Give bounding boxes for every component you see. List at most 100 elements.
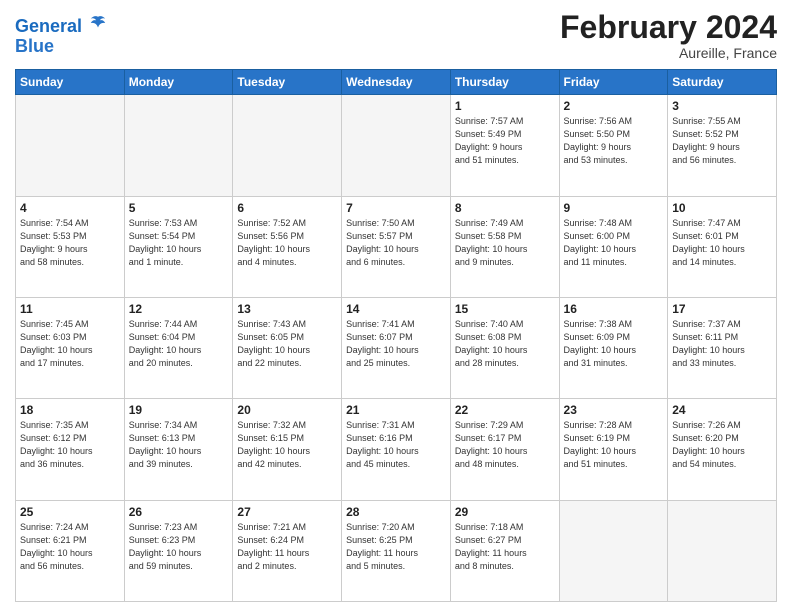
logo-content: General Blue xyxy=(15,14,107,57)
calendar-cell: 1 Sunrise: 7:57 AM Sunset: 5:49 PM Daylig… xyxy=(450,95,559,196)
calendar-cell: 16 Sunrise: 7:38 AM Sunset: 6:09 PM Dayli… xyxy=(559,297,668,398)
col-header-thursday: Thursday xyxy=(450,70,559,95)
day-number: 4 xyxy=(20,201,120,215)
day-number: 21 xyxy=(346,403,446,417)
logo-text: General xyxy=(15,14,107,37)
day-number: 2 xyxy=(564,99,664,113)
calendar-cell: 22 Sunrise: 7:29 AM Sunset: 6:17 PM Dayli… xyxy=(450,399,559,500)
day-number: 27 xyxy=(237,505,337,519)
calendar-cell xyxy=(342,95,451,196)
calendar-cell: 21Sunrise: 7:31 AM Sunset: 6:16 PM Dayli… xyxy=(342,399,451,500)
day-info: Sunrise: 7:54 AM Sunset: 5:53 PM Dayligh… xyxy=(20,217,120,269)
calendar-cell: 10 Sunrise: 7:47 AM Sunset: 6:01 PM Dayli… xyxy=(668,196,777,297)
calendar-cell: 20 Sunrise: 7:32 AM Sunset: 6:15 PM Dayli… xyxy=(233,399,342,500)
week-row-2: 4 Sunrise: 7:54 AM Sunset: 5:53 PM Daylig… xyxy=(16,196,777,297)
day-info: Sunrise: 7:24 AM Sunset: 6:21 PM Dayligh… xyxy=(20,521,120,573)
calendar-cell: 5Sunrise: 7:53 AM Sunset: 5:54 PM Daylig… xyxy=(124,196,233,297)
calendar-cell: 13 Sunrise: 7:43 AM Sunset: 6:05 PM Dayli… xyxy=(233,297,342,398)
day-info: Sunrise: 7:37 AM Sunset: 6:11 PM Dayligh… xyxy=(672,318,772,370)
day-number: 10 xyxy=(672,201,772,215)
calendar-cell: 14 Sunrise: 7:41 AM Sunset: 6:07 PM Dayli… xyxy=(342,297,451,398)
day-number: 25 xyxy=(20,505,120,519)
page-title: February 2024 xyxy=(560,10,777,45)
day-info: Sunrise: 7:18 AM Sunset: 6:27 PM Dayligh… xyxy=(455,521,555,573)
day-info: Sunrise: 7:48 AM Sunset: 6:00 PM Dayligh… xyxy=(564,217,664,269)
day-number: 29 xyxy=(455,505,555,519)
day-info: Sunrise: 7:32 AM Sunset: 6:15 PM Dayligh… xyxy=(237,419,337,471)
calendar-cell: 8Sunrise: 7:49 AM Sunset: 5:58 PM Daylig… xyxy=(450,196,559,297)
day-info: Sunrise: 7:35 AM Sunset: 6:12 PM Dayligh… xyxy=(20,419,120,471)
calendar-cell xyxy=(668,500,777,601)
calendar-cell: 27 Sunrise: 7:21 AM Sunset: 6:24 PM Dayli… xyxy=(233,500,342,601)
day-info: Sunrise: 7:41 AM Sunset: 6:07 PM Dayligh… xyxy=(346,318,446,370)
day-number: 3 xyxy=(672,99,772,113)
day-number: 16 xyxy=(564,302,664,316)
logo-bird-icon xyxy=(89,14,107,32)
day-info: Sunrise: 7:50 AM Sunset: 5:57 PM Dayligh… xyxy=(346,217,446,269)
day-info: Sunrise: 7:29 AM Sunset: 6:17 PM Dayligh… xyxy=(455,419,555,471)
calendar-cell: 7 Sunrise: 7:50 AM Sunset: 5:57 PM Daylig… xyxy=(342,196,451,297)
week-row-3: 11Sunrise: 7:45 AM Sunset: 6:03 PM Dayli… xyxy=(16,297,777,398)
week-row-4: 18 Sunrise: 7:35 AM Sunset: 6:12 PM Dayli… xyxy=(16,399,777,500)
calendar-cell: 15 Sunrise: 7:40 AM Sunset: 6:08 PM Dayli… xyxy=(450,297,559,398)
day-number: 13 xyxy=(237,302,337,316)
title-section: February 2024 Aureille, France xyxy=(560,10,777,61)
day-number: 9 xyxy=(564,201,664,215)
calendar-cell: 4 Sunrise: 7:54 AM Sunset: 5:53 PM Daylig… xyxy=(16,196,125,297)
calendar-cell: 26Sunrise: 7:23 AM Sunset: 6:23 PM Dayli… xyxy=(124,500,233,601)
day-number: 12 xyxy=(129,302,229,316)
calendar-cell: 29 Sunrise: 7:18 AM Sunset: 6:27 PM Dayli… xyxy=(450,500,559,601)
col-header-friday: Friday xyxy=(559,70,668,95)
calendar-header-row: SundayMondayTuesdayWednesdayThursdayFrid… xyxy=(16,70,777,95)
day-info: Sunrise: 7:28 AM Sunset: 6:19 PM Dayligh… xyxy=(564,419,664,471)
logo: General Blue xyxy=(15,14,107,57)
calendar-cell: 18 Sunrise: 7:35 AM Sunset: 6:12 PM Dayli… xyxy=(16,399,125,500)
day-number: 18 xyxy=(20,403,120,417)
logo-general: General xyxy=(15,16,82,36)
col-header-monday: Monday xyxy=(124,70,233,95)
day-info: Sunrise: 7:40 AM Sunset: 6:08 PM Dayligh… xyxy=(455,318,555,370)
day-number: 15 xyxy=(455,302,555,316)
day-info: Sunrise: 7:52 AM Sunset: 5:56 PM Dayligh… xyxy=(237,217,337,269)
calendar-cell xyxy=(16,95,125,196)
page-subtitle: Aureille, France xyxy=(560,45,777,61)
logo-blue: Blue xyxy=(15,37,107,57)
day-number: 22 xyxy=(455,403,555,417)
calendar-cell: 23 Sunrise: 7:28 AM Sunset: 6:19 PM Dayli… xyxy=(559,399,668,500)
day-info: Sunrise: 7:47 AM Sunset: 6:01 PM Dayligh… xyxy=(672,217,772,269)
day-info: Sunrise: 7:38 AM Sunset: 6:09 PM Dayligh… xyxy=(564,318,664,370)
calendar-cell: 6Sunrise: 7:52 AM Sunset: 5:56 PM Daylig… xyxy=(233,196,342,297)
day-number: 26 xyxy=(129,505,229,519)
day-info: Sunrise: 7:44 AM Sunset: 6:04 PM Dayligh… xyxy=(129,318,229,370)
day-info: Sunrise: 7:57 AM Sunset: 5:49 PM Dayligh… xyxy=(455,115,555,167)
day-info: Sunrise: 7:45 AM Sunset: 6:03 PM Dayligh… xyxy=(20,318,120,370)
calendar-cell: 25 Sunrise: 7:24 AM Sunset: 6:21 PM Dayli… xyxy=(16,500,125,601)
header: General Blue February 2024 Aureille, Fra… xyxy=(15,10,777,61)
calendar-cell: 9 Sunrise: 7:48 AM Sunset: 6:00 PM Daylig… xyxy=(559,196,668,297)
day-info: Sunrise: 7:20 AM Sunset: 6:25 PM Dayligh… xyxy=(346,521,446,573)
col-header-wednesday: Wednesday xyxy=(342,70,451,95)
day-info: Sunrise: 7:21 AM Sunset: 6:24 PM Dayligh… xyxy=(237,521,337,573)
calendar-cell: 3Sunrise: 7:55 AM Sunset: 5:52 PM Daylig… xyxy=(668,95,777,196)
page: General Blue February 2024 Aureille, Fra… xyxy=(0,0,792,612)
day-number: 19 xyxy=(129,403,229,417)
day-number: 14 xyxy=(346,302,446,316)
day-number: 28 xyxy=(346,505,446,519)
calendar-cell: 2 Sunrise: 7:56 AM Sunset: 5:50 PM Daylig… xyxy=(559,95,668,196)
day-info: Sunrise: 7:26 AM Sunset: 6:20 PM Dayligh… xyxy=(672,419,772,471)
calendar-cell: 17 Sunrise: 7:37 AM Sunset: 6:11 PM Dayli… xyxy=(668,297,777,398)
day-number: 7 xyxy=(346,201,446,215)
day-info: Sunrise: 7:43 AM Sunset: 6:05 PM Dayligh… xyxy=(237,318,337,370)
col-header-sunday: Sunday xyxy=(16,70,125,95)
day-number: 1 xyxy=(455,99,555,113)
day-number: 17 xyxy=(672,302,772,316)
calendar-cell xyxy=(559,500,668,601)
day-info: Sunrise: 7:34 AM Sunset: 6:13 PM Dayligh… xyxy=(129,419,229,471)
day-number: 5 xyxy=(129,201,229,215)
day-number: 24 xyxy=(672,403,772,417)
day-number: 23 xyxy=(564,403,664,417)
calendar-cell: 19 Sunrise: 7:34 AM Sunset: 6:13 PM Dayli… xyxy=(124,399,233,500)
day-info: Sunrise: 7:56 AM Sunset: 5:50 PM Dayligh… xyxy=(564,115,664,167)
day-number: 20 xyxy=(237,403,337,417)
calendar-cell: 12 Sunrise: 7:44 AM Sunset: 6:04 PM Dayli… xyxy=(124,297,233,398)
